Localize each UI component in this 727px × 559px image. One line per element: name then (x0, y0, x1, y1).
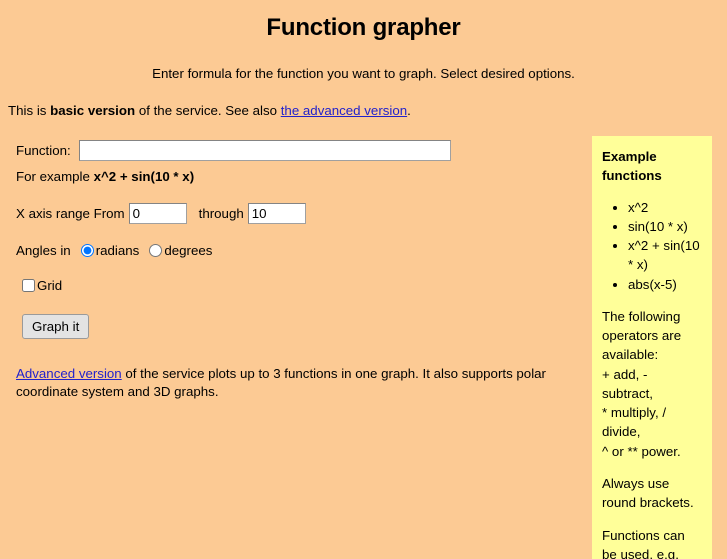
example-hint-formula: x^2 + sin(10 * x) (93, 169, 195, 184)
grid-label: Grid (37, 278, 63, 293)
graph-it-button[interactable]: Graph it (22, 314, 90, 339)
functions-note: Functions can be used, e.g. sin(...), wi… (602, 526, 702, 559)
grid-checkbox[interactable] (22, 279, 35, 292)
angles-radians-label: radians (95, 243, 140, 258)
function-row: Function: (16, 140, 580, 161)
version-suffix: . (407, 103, 411, 118)
angles-radians-radio[interactable] (80, 244, 94, 257)
operators-line-1: + add, - subtract, (602, 366, 653, 401)
version-strong: basic version (50, 103, 136, 118)
angles-radians-option[interactable]: radians (80, 243, 140, 258)
operators-intro: The following operators are available: (602, 308, 682, 363)
function-label: Function: (16, 143, 71, 158)
advanced-description: Advanced version of the service plots up… (16, 365, 556, 400)
grapher-form: Function: For example x^2 + sin(10 * x) … (0, 140, 580, 400)
list-item: x^2 + sin(10 * x) (628, 236, 702, 275)
x-axis-range-row: X axis range From through (16, 203, 580, 224)
x-axis-range-label: X axis range From (16, 206, 125, 221)
grid-row: Grid (22, 278, 580, 293)
advanced-version-footer-link[interactable]: Advanced version (16, 366, 122, 381)
advanced-version-link[interactable]: the advanced version (281, 103, 407, 118)
list-item: sin(10 * x) (628, 217, 702, 236)
operators-block: The following operators are available: +… (602, 307, 702, 461)
version-middle: of the service. See also (135, 103, 281, 118)
x-through-input[interactable] (247, 203, 306, 224)
brackets-note: Always use round brackets. (602, 475, 694, 511)
through-label: through (198, 206, 244, 221)
function-input[interactable] (78, 140, 451, 161)
example-hint: For example x^2 + sin(10 * x) (16, 169, 580, 184)
angles-degrees-label: degrees (164, 243, 213, 258)
functions-note-prefix: Functions can be used, e.g. (602, 527, 685, 559)
angles-degrees-option[interactable]: degrees (149, 243, 212, 258)
sidebar-heading: Example functions (602, 149, 662, 184)
grid-option[interactable]: Grid (22, 278, 62, 293)
list-item: x^2 (628, 198, 702, 217)
page-title: Function grapher (266, 14, 461, 41)
angles-row: Angles in radians degrees (16, 243, 580, 258)
x-from-input[interactable] (128, 203, 187, 224)
example-hint-prefix: For example (16, 169, 94, 184)
angles-degrees-radio[interactable] (149, 244, 163, 257)
angles-label: Angles in (16, 243, 71, 258)
list-item: abs(x-5) (628, 275, 702, 294)
example-functions-list: x^2 sin(10 * x) x^2 + sin(10 * x) abs(x-… (602, 198, 702, 294)
example-functions-panel: Example functions x^2 sin(10 * x) x^2 + … (592, 136, 712, 559)
intro-text: Enter formula for the function you want … (152, 66, 575, 81)
operators-line-2: * multiply, / divide, (602, 405, 667, 440)
version-prefix: This is (8, 103, 51, 118)
operators-line-3: ^ or ** power. (602, 443, 681, 459)
version-note: This is basic version of the service. Se… (8, 103, 727, 118)
